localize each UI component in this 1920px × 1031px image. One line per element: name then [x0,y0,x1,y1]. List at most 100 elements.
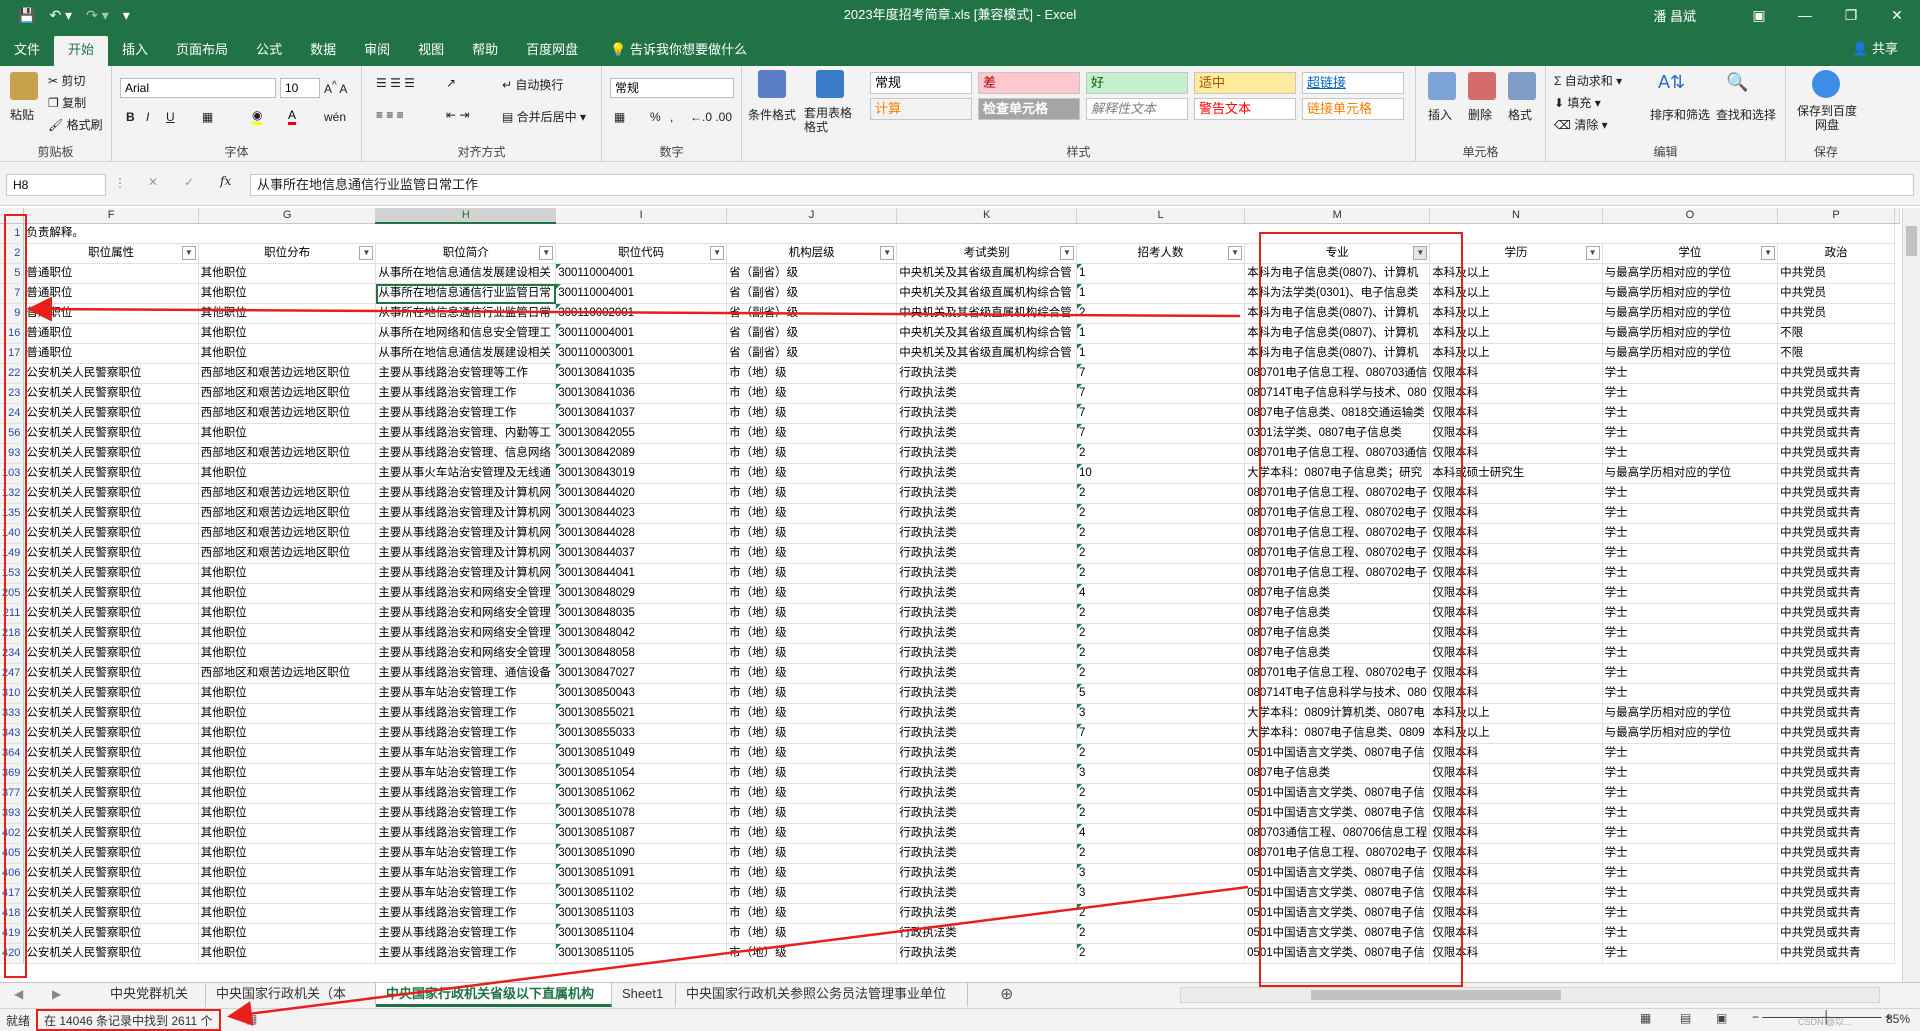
table-cell[interactable]: 市（地）级 [726,663,898,684]
table-cell[interactable]: 仅限本科 [1429,903,1603,924]
filter-dropdown-icon[interactable]: ▼ [359,246,374,260]
table-cell[interactable]: 学士 [1602,843,1779,864]
table-cell[interactable]: 300130851103 [555,903,728,924]
table-cell[interactable]: 中共党员或共青 [1777,723,1895,744]
table-cell[interactable]: 仅限本科 [1429,523,1603,544]
table-cell[interactable]: 300130851104 [555,923,728,944]
table-cell[interactable]: 市（地）级 [726,443,898,464]
table-cell[interactable]: 080701电子信息工程、080703通信 [1244,363,1431,384]
row-header[interactable]: 211 [0,603,25,624]
table-cell[interactable]: 公安机关人民警察职位 [23,903,199,924]
table-cell[interactable]: 行政执法类 [896,643,1078,664]
table-cell[interactable]: 与最高学历相对应的学位 [1602,463,1779,484]
table-cell[interactable]: 本科及以上 [1429,343,1603,364]
table-cell[interactable]: 市（地）级 [726,563,898,584]
table-cell[interactable]: 其他职位 [198,563,377,584]
table-cell[interactable]: 市（地）级 [726,903,898,924]
table-cell[interactable]: 300110004001 [555,263,728,284]
table-cell[interactable]: 300130851062 [555,783,728,804]
table-cell[interactable]: 0301法学类、0807电子信息类 [1244,423,1431,444]
table-cell[interactable]: 主要从事线路治安管理、信息网络 [375,443,557,464]
table-cell[interactable]: 2 [1076,563,1246,584]
table-cell[interactable]: 0501中国语言文学类、0807电子信 [1244,943,1431,964]
table-cell[interactable]: 学士 [1602,543,1779,564]
table-cell[interactable]: 仅限本科 [1429,743,1603,764]
column-header-K[interactable]: K [896,208,1078,224]
table-cell[interactable]: 300130855021 [555,703,728,724]
delete-cells-icon[interactable] [1468,72,1496,100]
table-cell[interactable]: 仅限本科 [1429,943,1603,964]
table-cell[interactable]: 与最高学历相对应的学位 [1602,723,1779,744]
table-cell[interactable]: 0501中国语言文学类、0807电子信 [1244,923,1431,944]
table-cell[interactable]: 其他职位 [198,323,377,344]
row-header[interactable]: 419 [0,923,25,944]
ribbon-tab-8[interactable]: 帮助 [458,36,512,66]
row-header[interactable]: 406 [0,863,25,884]
delete-button[interactable]: 删除 [1468,106,1492,123]
table-cell[interactable]: 仅限本科 [1429,623,1603,644]
table-cell[interactable]: 080714T电子信息科学与技术、080 [1244,383,1431,404]
table-cell[interactable]: 市（地）级 [726,543,898,564]
clear-button[interactable]: ⌫ 清除 ▾ [1554,116,1608,133]
table-cell[interactable]: 市（地）级 [726,823,898,844]
table-cell[interactable]: 300110004001 [555,283,728,304]
align-left-icon[interactable]: ≡ ≡ ≡ [376,108,404,122]
table-cell[interactable]: 其他职位 [198,783,377,804]
table-cell[interactable]: 市（地）级 [726,403,898,424]
table-cell[interactable]: 行政执法类 [896,363,1078,384]
table-cell[interactable]: 学士 [1602,603,1779,624]
table-cell[interactable]: 西部地区和艰苦边远地区职位 [198,363,377,384]
table-cell[interactable]: 其他职位 [198,703,377,724]
table-cell[interactable]: 其他职位 [198,903,377,924]
table-cell[interactable]: 省（副省）级 [726,343,898,364]
table-cell[interactable]: 中共党员或共青 [1777,503,1895,524]
table-cell[interactable]: 公安机关人民警察职位 [23,403,199,424]
row-header[interactable]: 9 [0,303,25,324]
table-cell[interactable]: 主要从事线路治安管理及计算机网 [375,563,557,584]
table-cell[interactable]: 2 [1076,803,1246,824]
table-cell[interactable]: 300130842055 [555,423,728,444]
ribbon-tab-4[interactable]: 公式 [242,36,296,66]
table-cell[interactable]: 普通职位 [23,263,199,284]
column-header-extra[interactable] [1894,208,1900,224]
table-cell[interactable]: 2 [1076,503,1246,524]
header-cell[interactable]: 专业 ▼ [1244,243,1431,264]
table-cell[interactable]: 行政执法类 [896,543,1078,564]
table-cell[interactable]: 中共党员或共青 [1777,943,1895,964]
filter-dropdown-icon[interactable]: ▼ [1585,246,1600,260]
table-cell[interactable]: 市（地）级 [726,383,898,404]
table-cell[interactable]: 行政执法类 [896,943,1078,964]
column-header-I[interactable]: I [555,208,728,224]
table-cell[interactable]: 行政执法类 [896,483,1078,504]
header-cell[interactable]: 职位代码 ▼ [555,243,728,264]
table-cell[interactable]: 仅限本科 [1429,683,1603,704]
table-cell[interactable]: 公安机关人民警察职位 [23,823,199,844]
table-cell[interactable]: 公安机关人民警察职位 [23,383,199,404]
row-header[interactable]: 17 [0,343,25,364]
table-cell[interactable]: 行政执法类 [896,743,1078,764]
header-cell[interactable]: 考试类别 ▼ [896,243,1078,264]
table-cell[interactable]: 0501中国语言文学类、0807电子信 [1244,743,1431,764]
table-cell[interactable]: 300110004001 [555,323,728,344]
table-cell[interactable]: 公安机关人民警察职位 [23,743,199,764]
table-cell[interactable]: 300110002001 [555,303,728,324]
table-cell[interactable]: 主要从事线路治安管理及计算机网 [375,523,557,544]
fill-color-icon[interactable]: ◉ [252,108,263,125]
cell-style-3[interactable]: 适中 [1194,72,1296,94]
table-cell[interactable]: 与最高学历相对应的学位 [1602,263,1779,284]
table-cell[interactable]: 行政执法类 [896,803,1078,824]
table-cell[interactable]: 主要从事线路治安和网络安全管理 [375,623,557,644]
table-cell[interactable]: 市（地）级 [726,843,898,864]
table-cell[interactable]: 仅限本科 [1429,443,1603,464]
table-cell[interactable]: 中共党员 [1777,283,1895,304]
table-cell[interactable]: 主要从事线路治安管理工作 [375,383,557,404]
table-cell[interactable]: 300130851090 [555,843,728,864]
table-cell[interactable]: 行政执法类 [896,603,1078,624]
table-cell[interactable]: 2 [1076,783,1246,804]
table-cell[interactable]: 中共党员或共青 [1777,643,1895,664]
format-as-table-button[interactable]: 套用表格格式 [804,106,854,134]
table-cell[interactable]: 中央机关及其省级直属机构综合管 [896,303,1078,324]
table-cell[interactable]: 中共党员 [1777,303,1895,324]
table-cell[interactable]: 行政执法类 [896,883,1078,904]
table-cell[interactable]: 普通职位 [23,283,199,304]
